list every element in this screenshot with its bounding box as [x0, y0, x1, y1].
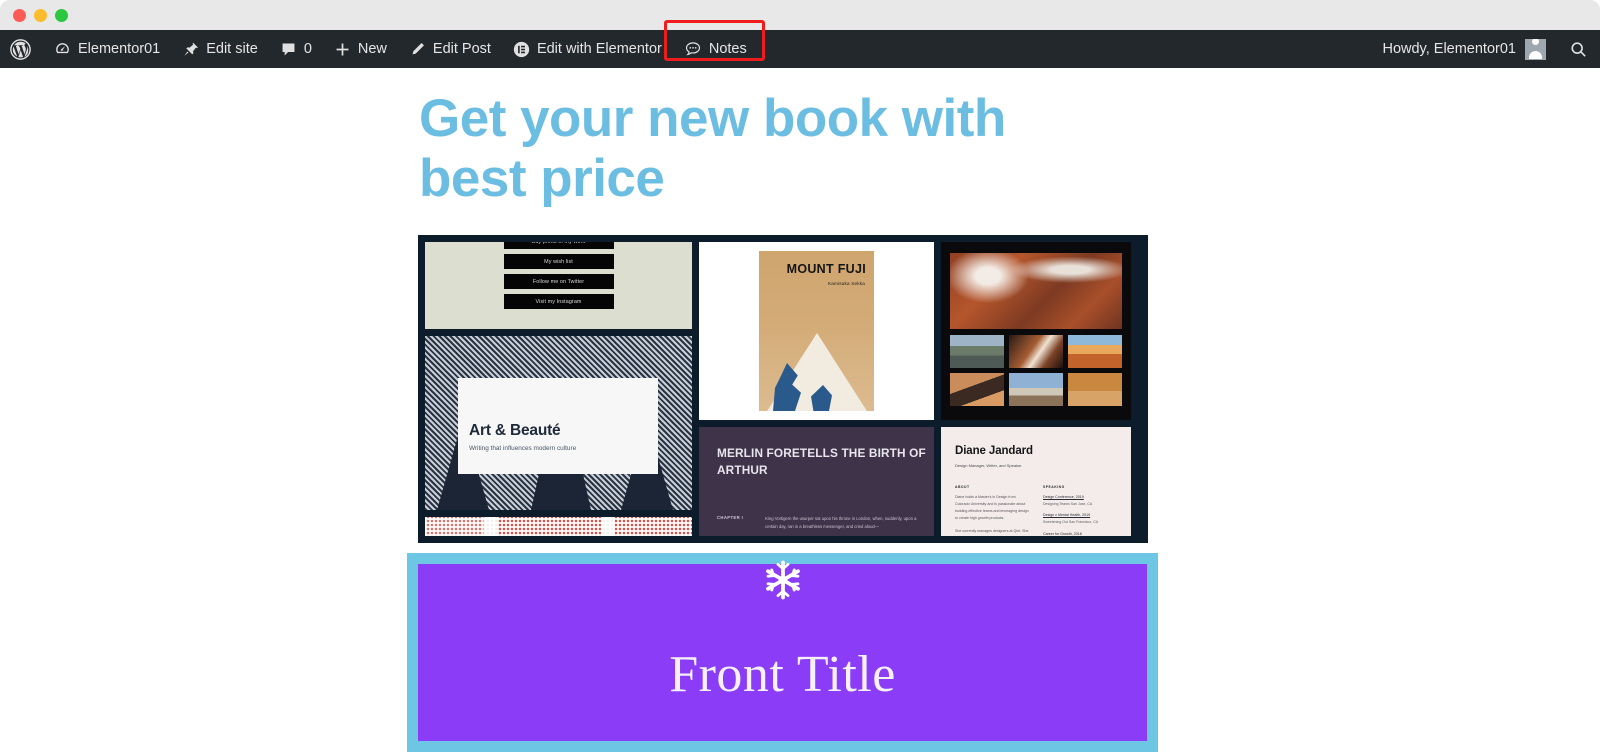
diane-speaking-heading: SPEAKING: [1043, 485, 1065, 489]
merlin-chapter-label: CHAPTER I: [717, 515, 744, 521]
gallery-photo: [950, 373, 1004, 406]
admin-bar-site-name-label: Elementor01: [78, 40, 161, 57]
mount-fuji-title: MOUNT FUJI: [786, 262, 866, 276]
gallery-photo: [1068, 373, 1122, 406]
notes-bubble-icon: [684, 40, 702, 58]
admin-bar-item-new[interactable]: New: [323, 30, 398, 68]
avatar: [1525, 38, 1546, 60]
admin-bar-search-button[interactable]: [1556, 30, 1600, 68]
wp-admin-bar: Elementor01 Edit site 0 New Edit Post Ed…: [0, 20, 1600, 68]
dashboard-icon: [54, 41, 71, 58]
gallery-photo-hero: [950, 253, 1122, 329]
gallery-photo-row: [950, 373, 1122, 406]
admin-bar-new-label: New: [357, 40, 387, 57]
front-title-text: Front Title: [669, 646, 896, 703]
elementor-icon: [513, 41, 530, 58]
diane-jandard-card: Diane Jandard Design Manager, Writer, an…: [941, 427, 1131, 536]
admin-bar-notes-label: Notes: [708, 40, 747, 57]
account-greeting-label: Howdy, Elementor01: [1382, 41, 1516, 57]
mount-fuji-artist: Kamisaka Sekka: [827, 281, 865, 286]
window-chrome: [0, 0, 1600, 30]
admin-bar-item-edit-with-elementor[interactable]: Edit with Elementor: [502, 30, 673, 68]
close-window-button[interactable]: [13, 8, 26, 22]
diane-speaking-detail: Sweetening Out San Francisco, CA: [1043, 520, 1099, 525]
list-item: My wish list: [503, 254, 614, 269]
art-beaute-subtitle: Writing that influences modern culture: [469, 444, 577, 452]
diane-speaking-title: Career for Growth, 2018: [1043, 531, 1082, 536]
links-page-card: Buy prints of my work My wish list Follo…: [425, 242, 692, 329]
search-icon: [1569, 40, 1588, 59]
wordpress-logo-icon: [10, 38, 31, 60]
admin-bar-left-group: Elementor01 Edit site 0 New Edit Post Ed…: [0, 20, 765, 68]
list-item: Follow me on Twitter: [503, 274, 614, 289]
diane-speaking-column: SPEAKING Design Conference, 2019 Designi…: [1043, 485, 1117, 536]
page-content: Get your new book with best price Buy pr…: [0, 68, 1600, 752]
admin-bar-edit-post-label: Edit Post: [432, 40, 491, 57]
admin-bar-account-menu[interactable]: Howdy, Elementor01: [1368, 30, 1556, 68]
admin-bar-item-comments[interactable]: 0: [269, 30, 323, 68]
art-beaute-card: Art & Beauté Writing that influences mod…: [425, 335, 692, 510]
merlin-poster-card: MERLIN FORETELLS THE BIRTH OF ARTHUR CHA…: [699, 427, 934, 536]
art-beaute-inner-panel: Art & Beauté Writing that influences mod…: [458, 377, 658, 474]
page-title: Get your new book with best price: [419, 89, 1006, 209]
wp-logo-button[interactable]: [0, 30, 43, 68]
links-button-list: Buy prints of my work My wish list Follo…: [425, 242, 692, 309]
admin-bar-item-notes[interactable]: Notes: [673, 30, 758, 68]
art-beaute-title: Art & Beauté: [469, 421, 561, 439]
admin-bar-item-edit-site[interactable]: Edit site: [171, 30, 269, 68]
list-item: Visit my Instagram: [503, 294, 614, 309]
merlin-title: MERLIN FORETELLS THE BIRTH OF ARTHUR: [717, 446, 926, 477]
showcase-column-left: Buy prints of my work My wish list Follo…: [425, 242, 692, 536]
diane-about-paragraph: Diane holds a Master's in Design from Co…: [955, 495, 1029, 520]
admin-bar-edit-site-label: Edit site: [206, 40, 258, 57]
traffic-lights: [13, 8, 68, 22]
admin-bar-comments-count: 0: [303, 40, 312, 57]
diane-about-column: ABOUT Diane holds a Master's in Design f…: [955, 485, 1029, 536]
mount-fuji-poster: MOUNT FUJI Kamisaka Sekka: [759, 251, 874, 411]
admin-bar-item-edit-post[interactable]: Edit Post: [398, 30, 502, 68]
plus-icon: [334, 41, 351, 58]
diane-speaking-detail: Designing Teams San Jose, CA: [1043, 501, 1093, 506]
gallery-photo-row: [950, 335, 1122, 368]
diane-role: Design Manager, Writer, and Speaker: [955, 463, 1022, 468]
zoom-window-button[interactable]: [55, 8, 68, 22]
admin-bar-item-site-name[interactable]: Elementor01: [43, 30, 171, 68]
showcase-column-right: Diane Jandard Design Manager, Writer, an…: [941, 242, 1131, 536]
admin-bar-notes-wrapper: Notes: [663, 20, 765, 68]
diane-speaking-title: Design x Mental Health, 2019: [1043, 513, 1091, 518]
front-title-section: Front Title: [407, 553, 1158, 752]
gallery-photo: [1068, 335, 1122, 368]
gallery-photo: [950, 335, 1004, 368]
comment-icon: [280, 41, 297, 58]
diane-name: Diane Jandard: [955, 445, 1033, 457]
mount-fuji-card: MOUNT FUJI Kamisaka Sekka: [699, 242, 934, 420]
minimize-window-button[interactable]: [34, 8, 47, 22]
snowflake-icon: [763, 560, 803, 600]
showcase-image-block: Buy prints of my work My wish list Follo…: [418, 235, 1148, 543]
photo-gallery-card: [941, 242, 1131, 420]
diane-about-paragraph: She currently manages designers at Qint.…: [955, 529, 1029, 533]
pin-icon: [182, 41, 199, 58]
merlin-body-text: King Vortigern the usurper sat upon his …: [765, 516, 917, 530]
showcase-column-middle: MOUNT FUJI Kamisaka Sekka MERLIN FORETEL…: [699, 242, 934, 536]
admin-bar-right-group: Howdy, Elementor01: [1368, 30, 1600, 68]
gallery-photo: [1009, 335, 1063, 368]
diane-about-heading: ABOUT: [955, 485, 970, 489]
diane-speaking-title: Design Conference, 2019: [1043, 495, 1084, 499]
list-item: Buy prints of my work: [503, 242, 614, 249]
pencil-icon: [409, 41, 426, 58]
admin-bar-elementor-label: Edit with Elementor: [536, 40, 662, 57]
gallery-photo: [1009, 373, 1063, 406]
red-gingham-pattern: [425, 516, 692, 536]
diane-columns: ABOUT Diane holds a Master's in Design f…: [955, 485, 1117, 536]
merlin-footer: CHAPTER I King Vortigern the usurper sat…: [717, 515, 922, 531]
